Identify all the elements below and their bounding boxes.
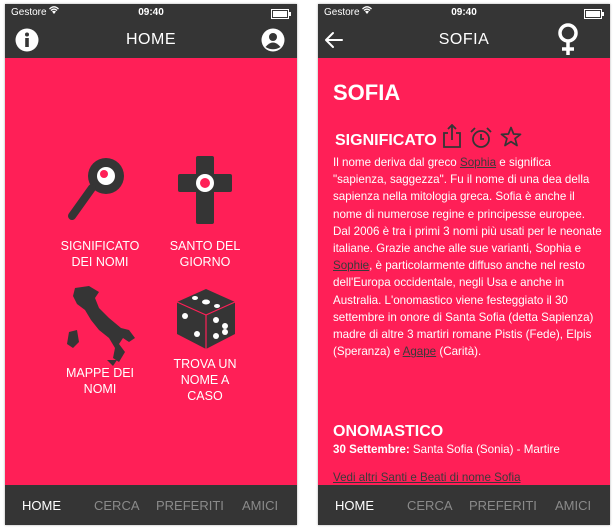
- clock: 09:40: [138, 7, 164, 18]
- clock: 09:40: [451, 7, 477, 18]
- name-day-date: 30 Settembre:: [333, 443, 410, 456]
- share-icon[interactable]: [442, 123, 462, 153]
- meaning-text-part: , è particolarmente diffuso anche nel re…: [333, 259, 594, 359]
- saint-of-the-day-button[interactable]: SANTO DEL GIORNO: [150, 154, 260, 274]
- name-detail-screen: Gestore 09:40 SOFIA SOFIA SIGNIFICATO Il…: [318, 4, 610, 525]
- link-agape[interactable]: Agape: [403, 345, 437, 358]
- name-title: SOFIA: [333, 80, 401, 105]
- star-icon[interactable]: [500, 126, 522, 153]
- status-bar: Gestore 09:40: [5, 4, 297, 22]
- meaning-text-part: Il nome deriva dal greco: [333, 156, 460, 169]
- meaning-text-part: (Carità).: [436, 345, 482, 359]
- tab-home[interactable]: HOME: [335, 498, 374, 513]
- tab-search[interactable]: CERCA: [407, 498, 453, 513]
- link-sophia[interactable]: Sophia: [460, 156, 496, 169]
- meaning-text-part: e significa "sapienza, saggezza". Fu il …: [333, 156, 602, 256]
- name-maps-label: MAPPE DEI NOMI: [65, 366, 135, 396]
- nav-bar: HOME: [5, 22, 297, 58]
- tab-search[interactable]: CERCA: [94, 498, 140, 513]
- nav-bar: SOFIA: [318, 22, 610, 58]
- tab-friends[interactable]: AMICI: [242, 498, 278, 513]
- female-gender-icon: [556, 23, 580, 57]
- more-saints-link[interactable]: Vedi altri Santi e Beati di nome Sofia: [333, 471, 521, 484]
- link-sophie[interactable]: Sophie: [333, 259, 369, 272]
- meaning-of-names-button[interactable]: SIGNIFICATO DEI NOMI: [45, 154, 155, 274]
- section-actions: [442, 123, 526, 153]
- tab-friends[interactable]: AMICI: [555, 498, 591, 513]
- tab-favorites[interactable]: PREFERITI: [469, 498, 537, 513]
- magnifier-icon: [60, 154, 140, 231]
- battery-icon: [584, 9, 604, 19]
- italy-map-icon: [55, 286, 145, 371]
- meaning-section-title: SIGNIFICATO: [335, 132, 437, 149]
- meaning-text: Il nome deriva dal greco Sophia e signif…: [333, 154, 603, 360]
- battery-icon: [271, 9, 291, 19]
- name-day-section-title: ONOMASTICO: [333, 423, 444, 440]
- dice-icon: [173, 286, 239, 357]
- random-name-button[interactable]: TROVA UN NOME A CASO: [150, 286, 260, 406]
- tab-bar: HOME CERCA PREFERITI AMICI: [5, 485, 297, 525]
- profile-icon[interactable]: [261, 28, 285, 52]
- tab-bar: HOME CERCA PREFERITI AMICI: [318, 485, 610, 525]
- saint-of-the-day-label: SANTO DEL GIORNO: [169, 239, 241, 269]
- status-bar: Gestore 09:40: [318, 4, 610, 22]
- name-day-line: 30 Settembre: Santa Sofia (Sonia) - Mart…: [333, 443, 560, 456]
- home-screen: Gestore 09:40 HOME SIGNIFICATO DEI NOMI S…: [5, 4, 297, 525]
- name-day-saint: Santa Sofia (Sonia) - Martire: [409, 443, 560, 456]
- random-name-label: TROVA UN NOME A CASO: [173, 357, 237, 403]
- alarm-icon[interactable]: [470, 127, 492, 154]
- tab-favorites[interactable]: PREFERITI: [156, 498, 224, 513]
- page-title: HOME: [126, 31, 176, 48]
- name-maps-button[interactable]: MAPPE DEI NOMI: [45, 286, 155, 396]
- tab-home[interactable]: HOME: [22, 498, 61, 513]
- cross-icon: [175, 154, 235, 231]
- meaning-of-names-label: SIGNIFICATO DEI NOMI: [60, 239, 140, 269]
